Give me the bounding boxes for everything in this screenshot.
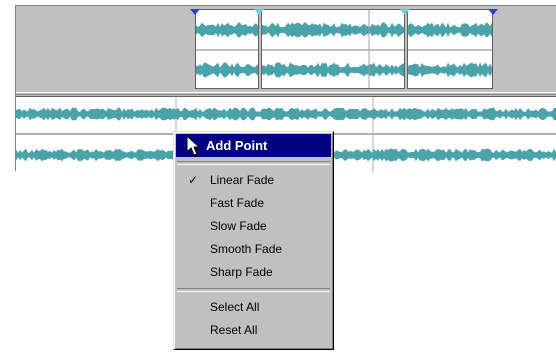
menu-item-label: Add Point: [206, 138, 268, 153]
menu-item-reset-all[interactable]: Reset All: [176, 319, 331, 342]
menu-item-label: Slow Fade: [210, 219, 267, 233]
checkmark-icon: ✓: [188, 173, 199, 187]
menu-item-sharp-fade[interactable]: Sharp Fade: [176, 261, 331, 284]
fade-markers: [190, 9, 498, 15]
menu-item-label: Reset All: [210, 323, 258, 337]
track-divider[interactable]: [16, 92, 556, 95]
menu-item-label: Linear Fade: [210, 173, 275, 187]
menu-item-label: Smooth Fade: [210, 242, 283, 256]
context-menu: Add Point ✓ Linear Fade Fast Fade Slow F…: [173, 131, 334, 350]
waveform-channel: [16, 107, 556, 121]
menu-item-label: Select All: [210, 300, 260, 314]
menu-item-slow-fade[interactable]: Slow Fade: [176, 215, 331, 238]
fade-marker-icon[interactable]: [190, 9, 200, 15]
menu-item-smooth-fade[interactable]: Smooth Fade: [176, 238, 331, 261]
menu-item-label: Fast Fade: [210, 196, 265, 210]
menu-item-fast-fade[interactable]: Fast Fade: [176, 192, 331, 215]
mouse-cursor-icon: [186, 135, 201, 156]
menu-item-label: Sharp Fade: [210, 265, 273, 279]
menu-separator: [177, 161, 330, 165]
menu-separator: [177, 288, 330, 292]
fade-marker-icon[interactable]: [488, 9, 498, 15]
track-1[interactable]: [16, 6, 556, 92]
fade-marker-icon[interactable]: [254, 9, 264, 15]
menu-item-select-all[interactable]: Select All: [176, 296, 331, 319]
menu-item-linear-fade[interactable]: ✓ Linear Fade: [176, 169, 331, 192]
fade-marker-icon[interactable]: [400, 9, 410, 15]
